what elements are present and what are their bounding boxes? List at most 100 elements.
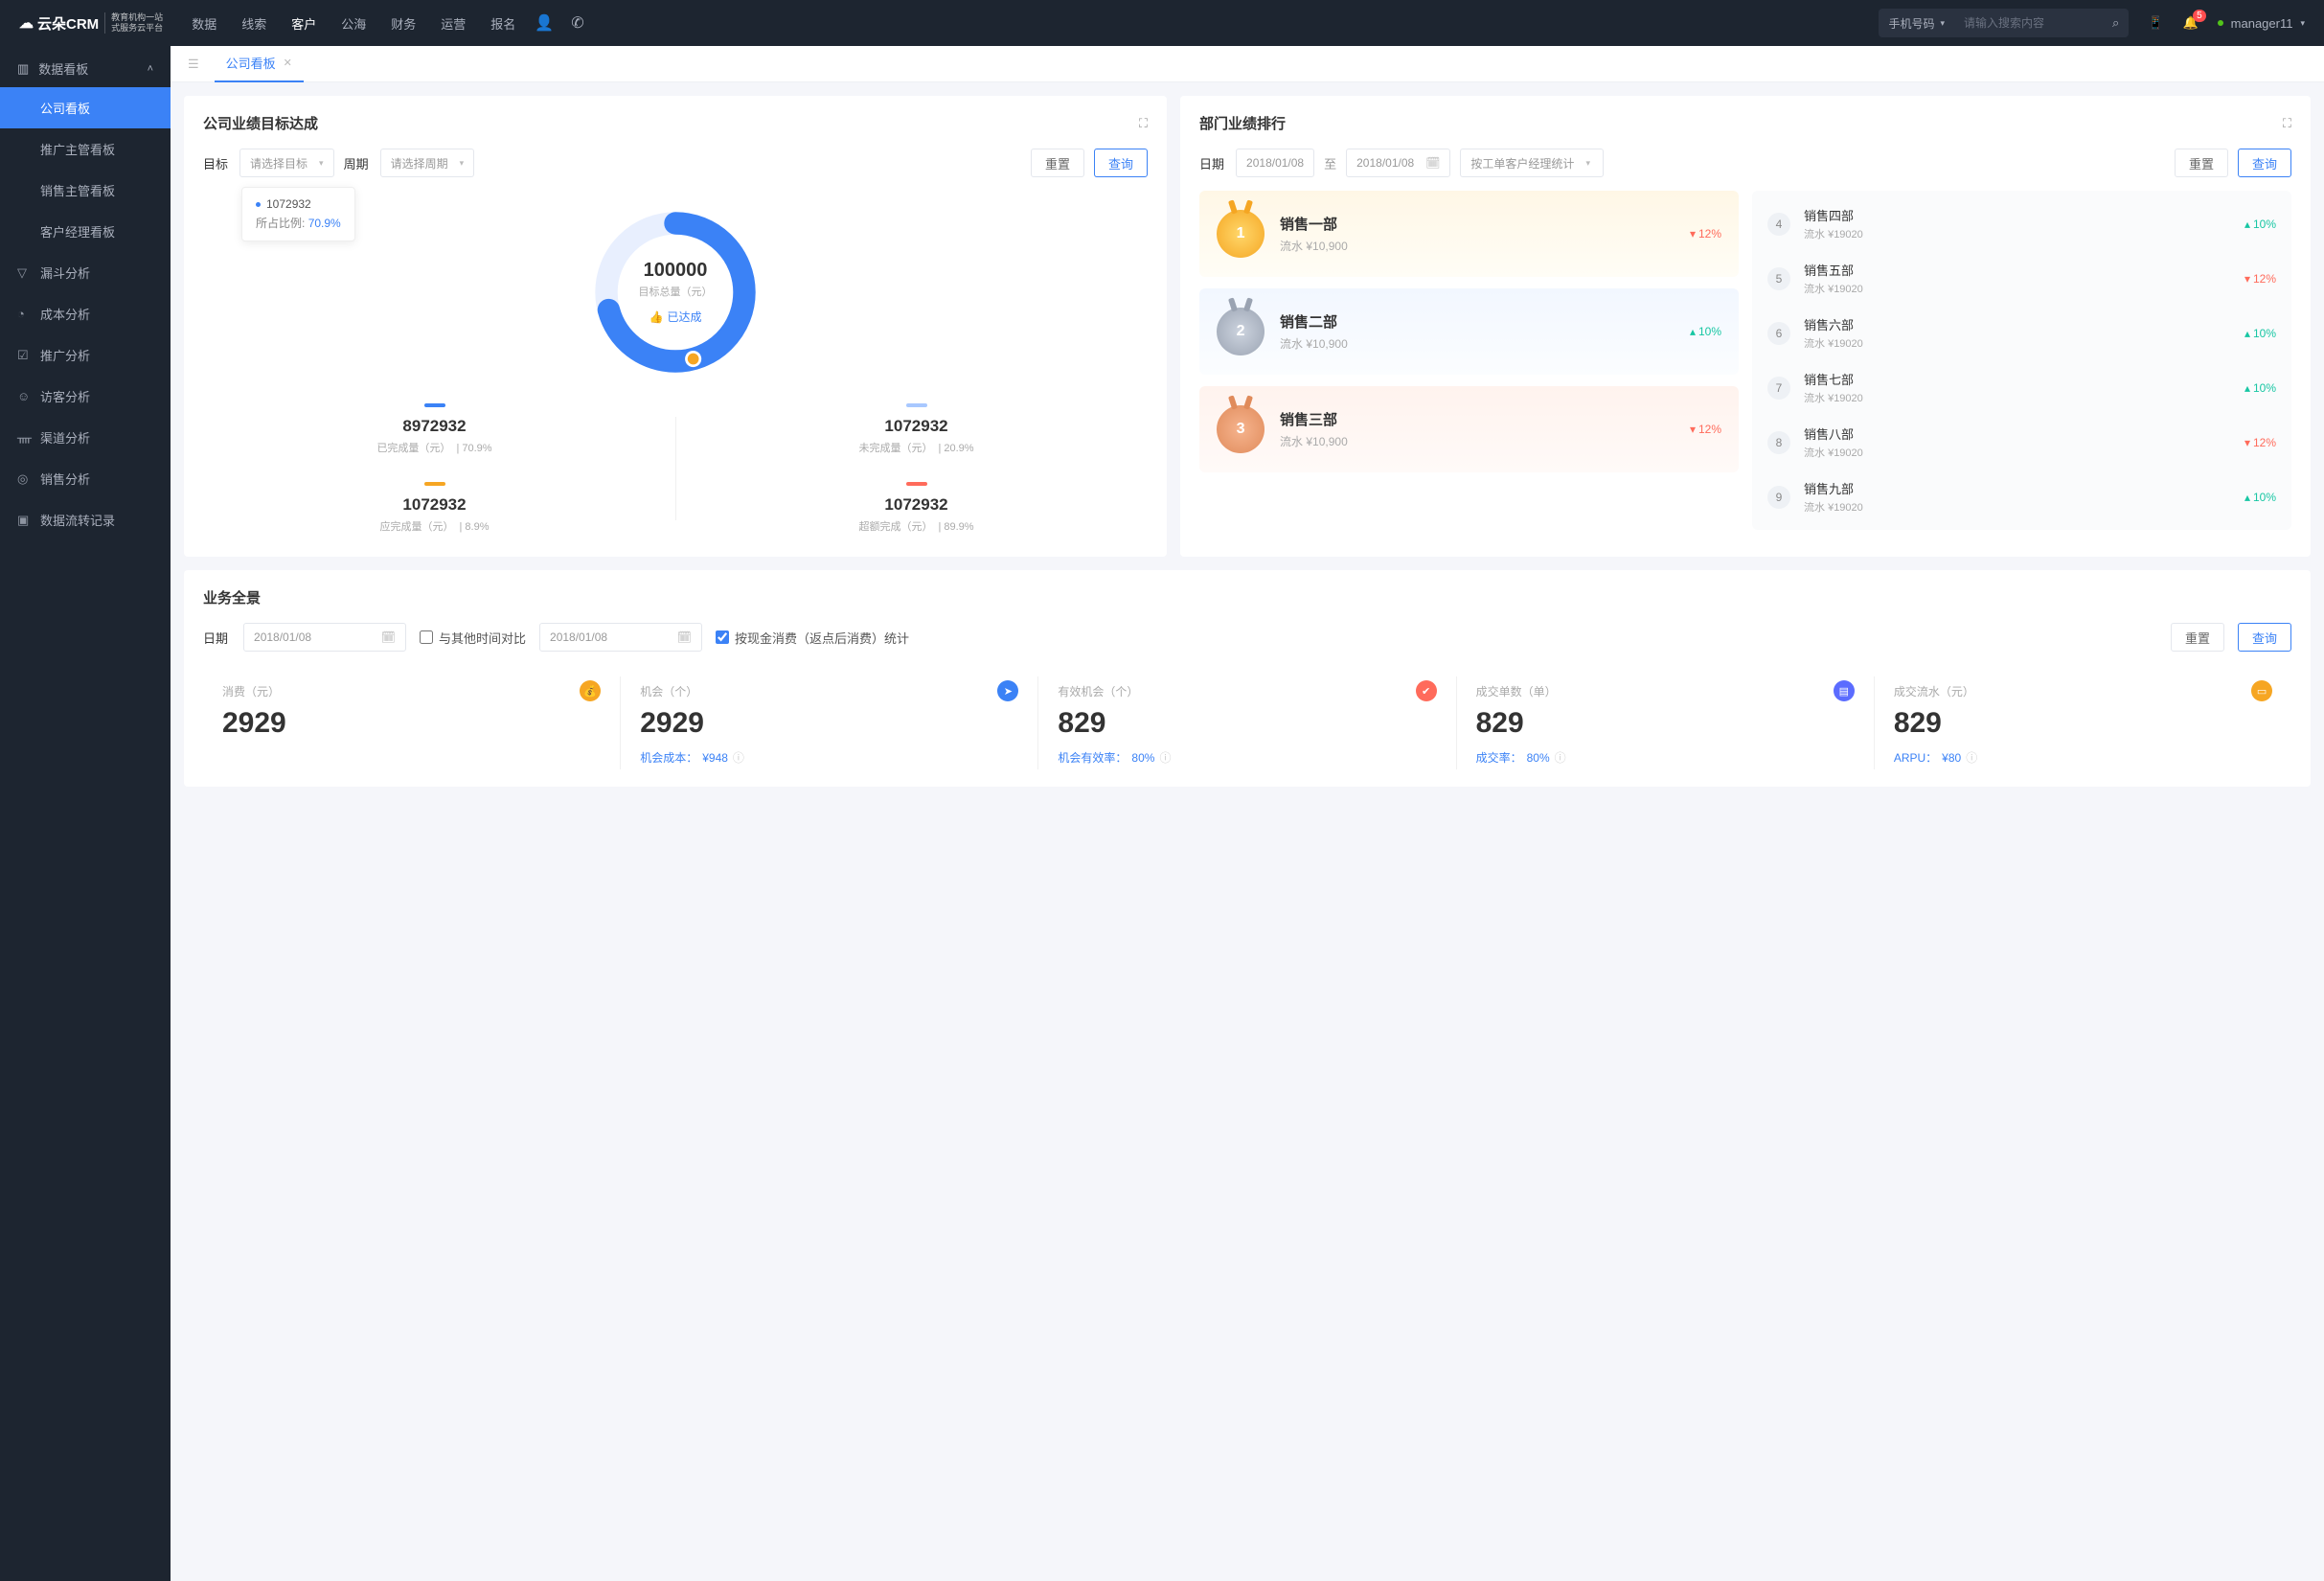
mobile-icon[interactable]: 📱 — [2148, 15, 2163, 31]
date-2[interactable]: 2018/01/08🗓 — [539, 623, 702, 652]
kpi-row: 消费（元）💰2929 机会（个）➤2929机会成本：¥948ⓘ 有效机会（个）✔… — [203, 676, 2291, 769]
trend-down-icon: ▾ 12% — [1690, 227, 1721, 241]
nav-finance[interactable]: 财务 — [391, 14, 416, 33]
nav-ops[interactable]: 运营 — [441, 14, 466, 33]
help-icon[interactable]: ⓘ — [1966, 749, 1977, 766]
query-button[interactable]: 查询 — [1094, 149, 1148, 177]
select-period[interactable]: 请选择周期 — [380, 149, 475, 177]
search-type-select[interactable]: 手机号码 — [1888, 15, 1954, 32]
nav-pool[interactable]: 公海 — [341, 14, 366, 33]
sales-icon: ◎ — [17, 471, 31, 487]
search-icon[interactable]: ⌕ — [2112, 15, 2119, 31]
logo-brand: ☁云朵CRM — [19, 13, 99, 34]
phone-icon[interactable]: ✆ — [571, 13, 583, 33]
trend-up-icon: ▴ 10% — [1690, 325, 1721, 338]
card-goal-title: 公司业绩目标达成 — [203, 113, 318, 133]
sidebar-group-dashboards[interactable]: ▥数据看板 ˄ — [0, 50, 171, 87]
card-rank: 部门业绩排行 ⛶ 日期 2018/01/08 至 2018/01/08🗓 按工单… — [1180, 96, 2311, 557]
chevron-up-icon: ˄ — [148, 63, 153, 75]
card-goal: 公司业绩目标达成 ⛶ 目标 请选择目标 周期 请选择周期 重置 查询 10729… — [184, 96, 1167, 557]
sidebar-item-funnel[interactable]: ▽漏斗分析 — [0, 252, 171, 293]
select-target[interactable]: 请选择目标 — [239, 149, 334, 177]
medal-bronze-icon: 3 — [1217, 405, 1265, 453]
date-1[interactable]: 2018/01/08🗓 — [243, 623, 406, 652]
metric-should: 1072932应完成量（元）| 8.9% — [203, 476, 666, 539]
help-icon[interactable]: ⓘ — [1555, 749, 1566, 766]
close-icon[interactable]: ✕ — [284, 57, 292, 69]
date-from[interactable]: 2018/01/08 — [1236, 149, 1314, 177]
search-input[interactable] — [1964, 16, 2112, 30]
sidebar-item-sales-mgr[interactable]: 销售主管看板 — [0, 170, 171, 211]
user-menu[interactable]: manager11 ▾ — [2218, 16, 2305, 31]
nav-data[interactable]: 数据 — [192, 14, 216, 33]
calendar-icon: 🗓 — [1425, 156, 1440, 170]
header-right: 📱 🔔5 manager11 ▾ — [2148, 15, 2305, 31]
gauge-badge: 👍已达成 — [649, 309, 702, 325]
gauge-tooltip: 1072932 所占比例: 70.9% — [241, 187, 355, 241]
expand-icon[interactable]: ⛶ — [1139, 116, 1148, 131]
list-item: 9销售九部流水 ¥19020▴ 10% — [1752, 470, 2291, 524]
sidebar-item-visitor[interactable]: ☺访客分析 — [0, 376, 171, 417]
query-button[interactable]: 查询 — [2238, 623, 2291, 652]
reset-button[interactable]: 重置 — [2175, 149, 2228, 177]
gauge-value: 100000 — [644, 260, 708, 282]
gauge-chart: 100000 目标总量（元） 👍已达成 — [589, 206, 762, 378]
sidebar-item-channel[interactable]: ᚄ渠道分析 — [0, 417, 171, 458]
help-icon[interactable]: ⓘ — [733, 749, 744, 766]
sidebar-item-sales[interactable]: ◎销售分析 — [0, 458, 171, 499]
sidebar-item-flow[interactable]: ▣数据流转记录 — [0, 499, 171, 540]
logo[interactable]: ☁云朵CRM 教育机构一站式服务云平台 — [19, 12, 163, 34]
chevron-down-icon: ▾ — [2300, 18, 2305, 29]
medal-gold-icon: 1 — [1217, 210, 1265, 258]
send-icon: ➤ — [997, 680, 1018, 701]
list-item: 8销售八部流水 ¥19020▾ 12% — [1752, 415, 2291, 470]
card-pano-title: 业务全景 — [203, 587, 261, 607]
person-icon[interactable]: 👤 — [535, 13, 554, 33]
logo-subtitle: 教育机构一站式服务云平台 — [104, 12, 163, 34]
rank-row-2: 2 销售二部流水 ¥10,900 ▴ 10% — [1199, 288, 1739, 375]
help-icon[interactable]: ⓘ — [1159, 749, 1171, 766]
card-panorama: 业务全景 日期 2018/01/08🗓 与其他时间对比 2018/01/08🗓 … — [184, 570, 2311, 787]
rank-top3: 1 销售一部流水 ¥10,900 ▾ 12% 2 销售二部流水 ¥10,900 … — [1199, 191, 1739, 530]
list-item: 5销售五部流水 ¥19020▾ 12% — [1752, 251, 2291, 306]
date-to[interactable]: 2018/01/08🗓 — [1346, 149, 1450, 177]
sidebar-item-cost[interactable]: ◔成本分析 — [0, 293, 171, 334]
bag-icon: 💰 — [580, 680, 601, 701]
select-stat[interactable]: 按工单客户经理统计 — [1460, 149, 1604, 177]
nav-leads[interactable]: 线索 — [241, 14, 266, 33]
kpi-deals: 成交单数（单）▤829成交率：80%ⓘ — [1456, 676, 1874, 769]
checkbox-cash[interactable]: 按现金消费（返点后消费）统计 — [716, 629, 909, 647]
cost-icon: ◔ — [17, 307, 31, 321]
thumbs-up-icon: 👍 — [649, 310, 664, 324]
query-button[interactable]: 查询 — [2238, 149, 2291, 177]
username: manager11 — [2231, 16, 2293, 31]
goal-metrics: 8972932已完成量（元）| 70.9% 1072932未完成量（元）| 20… — [203, 398, 1148, 539]
list-item: 7销售七部流水 ¥19020▴ 10% — [1752, 360, 2291, 415]
label-target: 目标 — [203, 154, 228, 172]
funnel-icon: ▽ — [17, 265, 31, 281]
tab-menu-icon[interactable]: ☰ — [180, 57, 207, 72]
promo-icon: ☑ — [17, 348, 31, 363]
kpi-valid: 有效机会（个）✔829机会有效率：80%ⓘ — [1037, 676, 1455, 769]
expand-icon[interactable]: ⛶ — [2283, 116, 2291, 131]
nav-enroll[interactable]: 报名 — [490, 14, 515, 33]
sidebar-item-promo-mgr[interactable]: 推广主管看板 — [0, 128, 171, 170]
medal-silver-icon: 2 — [1217, 308, 1265, 355]
kpi-spend: 消费（元）💰2929 — [203, 676, 620, 769]
sidebar-item-company[interactable]: 公司看板 — [0, 87, 171, 128]
reset-button[interactable]: 重置 — [1031, 149, 1084, 177]
tab-company-board[interactable]: 公司看板✕ — [215, 46, 304, 82]
sidebar-item-promo[interactable]: ☑推广分析 — [0, 334, 171, 376]
reset-button[interactable]: 重置 — [2171, 623, 2224, 652]
metric-done: 8972932已完成量（元）| 70.9% — [203, 398, 666, 461]
sidebar-item-acct-mgr[interactable]: 客户经理看板 — [0, 211, 171, 252]
checkbox-compare[interactable]: 与其他时间对比 — [420, 629, 526, 647]
nav-customers[interactable]: 客户 — [291, 14, 316, 33]
shield-icon: ✔ — [1416, 680, 1437, 701]
label-date: 日期 — [203, 629, 228, 647]
flow-icon: ▣ — [17, 513, 31, 528]
rank-row-1: 1 销售一部流水 ¥10,900 ▾ 12% — [1199, 191, 1739, 277]
bell-icon[interactable]: 🔔5 — [2182, 15, 2198, 31]
date-sep: 至 — [1324, 154, 1336, 172]
sidebar: ▥数据看板 ˄ 公司看板 推广主管看板 销售主管看板 客户经理看板 ▽漏斗分析 … — [0, 46, 171, 1581]
